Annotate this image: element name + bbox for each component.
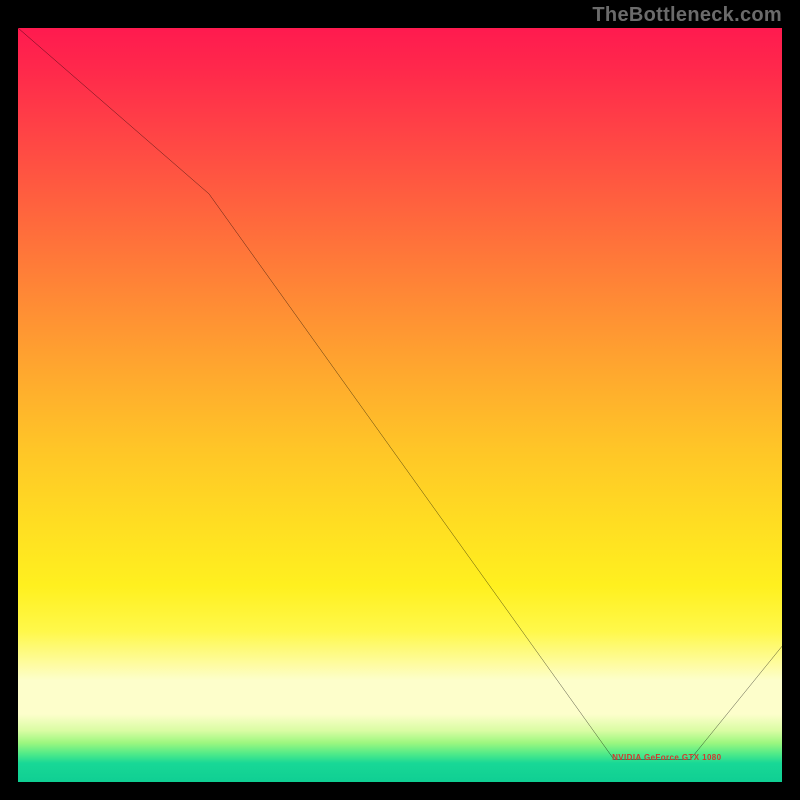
bottleneck-curve [18, 28, 782, 782]
plot-area: NVIDIA GeForce GTX 1080 [18, 28, 782, 782]
gpu-annotation-label: NVIDIA GeForce GTX 1080 [612, 753, 721, 762]
watermark-text: TheBottleneck.com [592, 4, 782, 27]
chart-stage: TheBottleneck.com NVIDIA GeForce GTX 108… [0, 0, 800, 800]
